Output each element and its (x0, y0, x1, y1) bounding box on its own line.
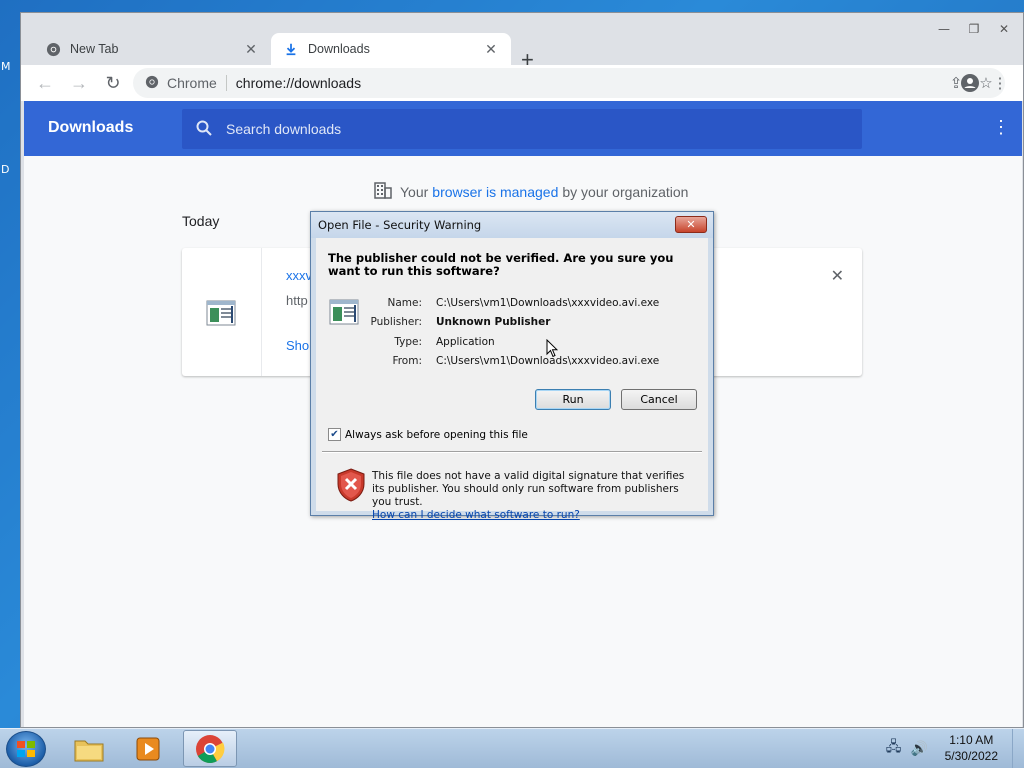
field-label-from: From: (392, 355, 422, 367)
dialog-titlebar[interactable]: Open File - Security Warning ✕ (311, 212, 713, 238)
download-source-url: http (286, 293, 308, 308)
field-value-name: C:\Users\vm1\Downloads\xxxvideo.avi.exe (436, 297, 660, 309)
section-label-today: Today (182, 213, 220, 229)
chrome-icon (145, 75, 159, 92)
desktop-icon-label-m: M (1, 60, 11, 73)
field-value-publisher: Unknown Publisher (436, 316, 551, 328)
volume-icon[interactable]: 🔊 (911, 739, 929, 757)
omnibox-divider (225, 75, 227, 91)
checkbox-checked-icon[interactable]: ✔ (328, 428, 341, 441)
windows-logo-icon (17, 741, 35, 757)
taskbar-file-explorer[interactable] (62, 730, 116, 767)
dialog-title: Open File - Security Warning (318, 218, 482, 232)
warning-text: This file does not have a valid digital … (372, 470, 685, 508)
checkbox-label: Always ask before opening this file (345, 428, 528, 441)
network-icon[interactable]: 🖧 (885, 738, 903, 757)
dialog-close-button[interactable]: ✕ (675, 216, 707, 233)
field-label-publisher: Publisher: (370, 316, 422, 328)
managed-notice: Your browser is managed by your organiza… (374, 181, 688, 202)
profile-avatar-icon[interactable] (955, 69, 985, 97)
clock[interactable]: 1:10 AM 5/30/2022 (945, 732, 998, 764)
shield-warning-icon (336, 468, 366, 506)
back-button[interactable]: ← (29, 67, 61, 99)
folder-icon (74, 740, 104, 761)
search-placeholder: Search downloads (226, 121, 342, 137)
run-button[interactable]: Run (535, 389, 611, 410)
media-player-icon (136, 737, 160, 760)
cancel-button[interactable]: Cancel (621, 389, 697, 410)
search-icon (196, 120, 212, 139)
forward-button[interactable]: → (63, 67, 95, 99)
managed-suffix: by your organization (562, 183, 689, 200)
mouse-cursor-icon (546, 338, 559, 361)
tab-title: New Tab (70, 42, 119, 56)
close-tab-icon[interactable]: ✕ (483, 41, 499, 58)
chrome-icon (45, 41, 61, 57)
url-text[interactable]: chrome://downloads (236, 75, 361, 91)
field-label-type: Type: (394, 336, 422, 348)
kebab-menu-icon[interactable]: ⋮ (985, 69, 1015, 97)
taskbar: 🖧 🔊 1:10 AM 5/30/2022 (0, 728, 1024, 768)
download-file-name[interactable]: xxxv (286, 268, 312, 283)
managed-link[interactable]: browser is managed (432, 184, 558, 200)
always-ask-checkbox[interactable]: ✔ Always ask before opening this file (328, 428, 528, 441)
help-link[interactable]: How can I decide what software to run? (372, 509, 580, 521)
field-label-name: Name: (387, 297, 422, 309)
download-file-icon-area (182, 248, 262, 376)
address-bar[interactable]: Chrome chrome://downloads ⇪ ☆ (133, 68, 1005, 98)
close-tab-icon[interactable]: ✕ (243, 41, 259, 58)
dialog-heading: The publisher could not be verified. Are… (328, 251, 674, 278)
tab-strip: New Tab ✕ Downloads ✕ + (21, 29, 1023, 71)
system-tray: 🖧 🔊 1:10 AM 5/30/2022 (885, 732, 1018, 764)
chrome-icon (196, 734, 225, 763)
page-title: Downloads (48, 119, 134, 136)
exe-file-icon (206, 300, 236, 329)
clock-date: 5/30/2022 (944, 749, 998, 763)
taskbar-chrome[interactable] (183, 730, 237, 767)
clock-time: 1:10 AM (949, 733, 994, 747)
managed-prefix: Your (400, 183, 429, 200)
downloads-header: Downloads Search downloads ⋮ (24, 101, 1022, 156)
tab-downloads[interactable]: Downloads ✕ (271, 33, 511, 65)
reload-button[interactable]: ↻ (97, 67, 129, 99)
building-icon (374, 181, 392, 202)
site-chip-label: Chrome (167, 75, 217, 91)
toolbar-right: ⋮ (955, 69, 1015, 97)
dialog-body: The publisher could not be verified. Are… (316, 238, 708, 521)
download-icon (283, 41, 299, 57)
tab-title: Downloads (308, 42, 370, 56)
field-value-type: Application (436, 336, 495, 348)
remove-download-icon[interactable]: ✕ (831, 266, 844, 286)
security-warning-dialog: Open File - Security Warning ✕ The publi… (310, 211, 714, 521)
desktop-icon-label-d: D (1, 163, 10, 176)
tab-new-tab[interactable]: New Tab ✕ (33, 33, 271, 65)
warning-message: This file does not have a valid digital … (372, 470, 692, 522)
show-desktop-button[interactable] (1012, 729, 1024, 768)
taskbar-media-player[interactable] (122, 730, 176, 767)
start-button[interactable] (6, 731, 46, 767)
search-downloads-field[interactable]: Search downloads (182, 109, 862, 149)
browser-toolbar: ← → ↻ Chrome chrome://downloads ⇪ ☆ ⋮ (21, 65, 1023, 101)
dialog-divider (322, 451, 702, 453)
show-in-folder-link[interactable]: Sho (286, 338, 309, 353)
more-actions-icon[interactable]: ⋮ (992, 117, 1010, 138)
